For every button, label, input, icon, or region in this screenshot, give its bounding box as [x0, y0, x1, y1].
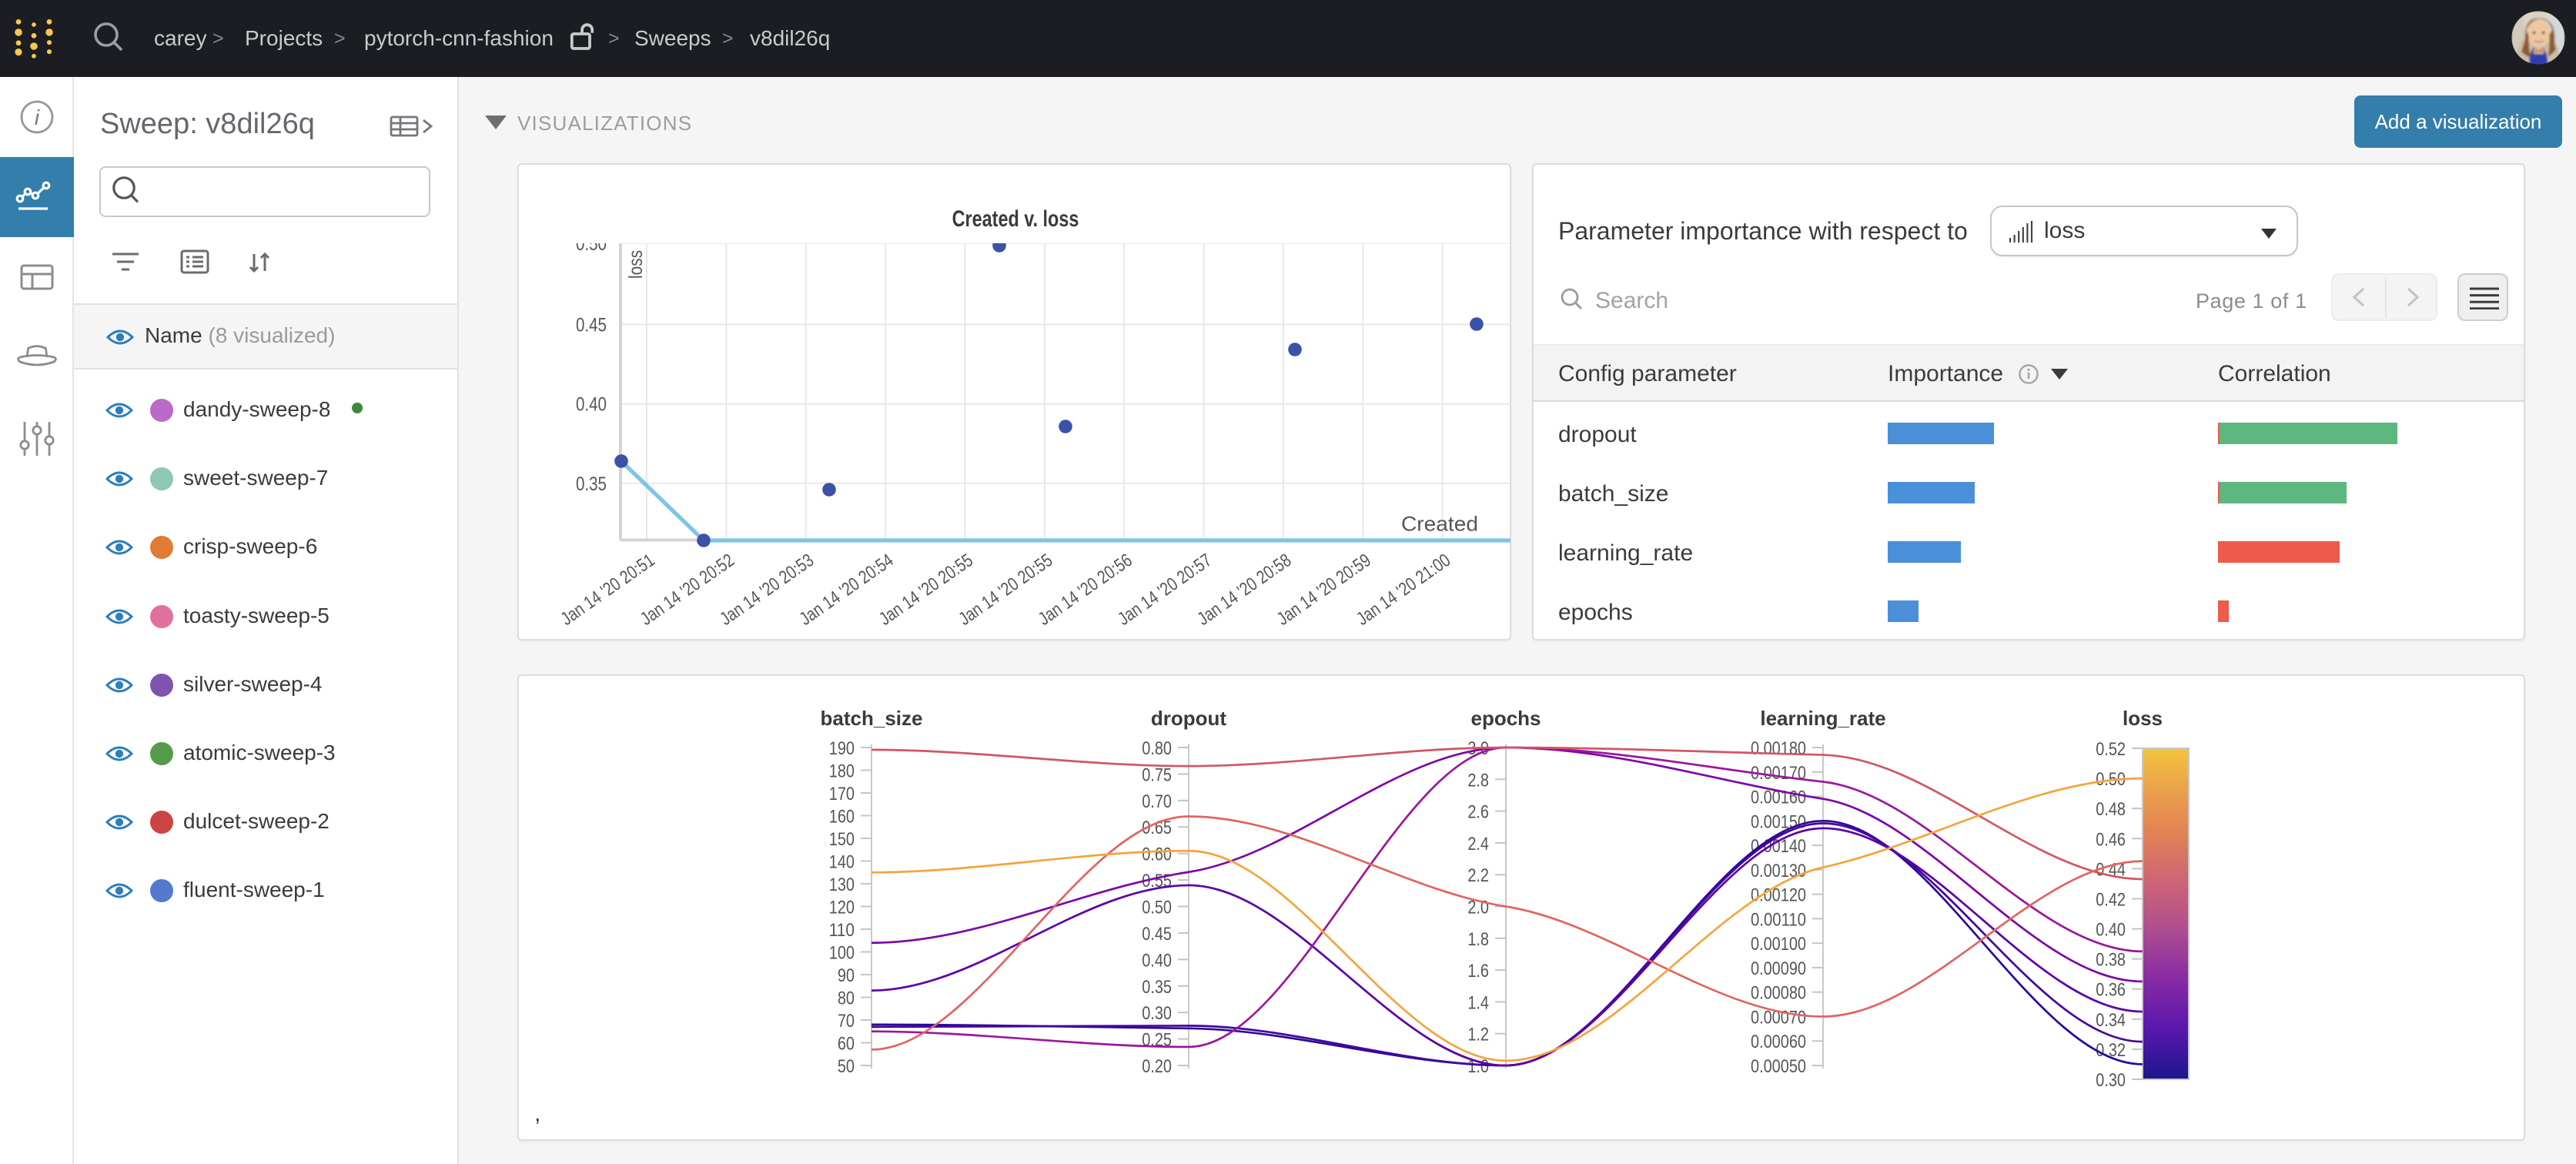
svg-text:1.8: 1.8	[1467, 929, 1489, 950]
svg-text:0.80: 0.80	[1142, 738, 1172, 759]
svg-text:2.2: 2.2	[1467, 865, 1489, 886]
svg-text:0.35: 0.35	[1142, 977, 1172, 998]
svg-text:0.00090: 0.00090	[1751, 958, 1806, 979]
svg-text:0.00080: 0.00080	[1751, 983, 1806, 1004]
svg-text:190: 190	[829, 738, 855, 759]
svg-text:50: 50	[838, 1056, 855, 1077]
svg-text:100: 100	[829, 943, 855, 964]
svg-text:170: 170	[829, 784, 855, 804]
svg-text:120: 120	[829, 898, 855, 918]
svg-text:0.35: 0.35	[576, 473, 607, 495]
svg-text:0.00060: 0.00060	[1751, 1032, 1806, 1052]
svg-text:Created: Created	[1401, 513, 1478, 536]
svg-text:0.52: 0.52	[2096, 739, 2126, 760]
svg-text:130: 130	[829, 875, 855, 895]
svg-text:0.40: 0.40	[2096, 920, 2126, 941]
svg-text:0.50: 0.50	[1142, 898, 1172, 918]
svg-text:0.00120: 0.00120	[1751, 885, 1806, 906]
svg-text:0.30: 0.30	[1142, 1003, 1172, 1024]
svg-text:loss: loss	[625, 250, 647, 279]
svg-text:dropout: dropout	[1151, 707, 1227, 730]
svg-text:80: 80	[838, 988, 855, 1009]
svg-text:90: 90	[838, 965, 855, 986]
svg-text:150: 150	[829, 829, 855, 850]
svg-text:0.00110: 0.00110	[1751, 909, 1806, 930]
svg-text:0.45: 0.45	[576, 314, 607, 336]
svg-text:0.48: 0.48	[2096, 799, 2126, 820]
svg-text:loss: loss	[2123, 707, 2163, 730]
svg-text:learning_rate: learning_rate	[1760, 707, 1885, 730]
svg-text:2.6: 2.6	[1467, 802, 1489, 823]
svg-text:epochs: epochs	[1470, 707, 1541, 730]
svg-text:140: 140	[829, 852, 855, 873]
svg-text:0.50: 0.50	[576, 243, 607, 255]
svg-text:0.00130: 0.00130	[1751, 861, 1806, 881]
svg-text:0.00150: 0.00150	[1751, 811, 1806, 832]
svg-text:180: 180	[829, 761, 855, 782]
svg-text:2.8: 2.8	[1467, 770, 1489, 791]
svg-text:i: i	[35, 105, 40, 129]
svg-text:110: 110	[829, 920, 855, 941]
svg-text:1.4: 1.4	[1467, 992, 1489, 1013]
svg-text:0.36: 0.36	[2096, 980, 2126, 1001]
svg-text:0.42: 0.42	[2096, 889, 2126, 910]
svg-text:60: 60	[838, 1034, 855, 1055]
svg-text:0.38: 0.38	[2096, 950, 2126, 971]
svg-text:0.34: 0.34	[2096, 1010, 2126, 1031]
svg-text:0.00100: 0.00100	[1751, 934, 1806, 955]
svg-text:1.2: 1.2	[1467, 1025, 1489, 1045]
svg-text:0.75: 0.75	[1142, 764, 1172, 785]
svg-text:0.30: 0.30	[2096, 1070, 2126, 1091]
svg-text:batch_size: batch_size	[821, 707, 923, 730]
svg-text:0.70: 0.70	[1142, 791, 1172, 812]
svg-text:0.20: 0.20	[1142, 1056, 1172, 1077]
svg-text:0.40: 0.40	[1142, 950, 1172, 971]
svg-text:0.45: 0.45	[1142, 924, 1172, 945]
svg-text:160: 160	[829, 807, 855, 828]
svg-text:1.6: 1.6	[1467, 961, 1489, 982]
svg-text:70: 70	[838, 1011, 855, 1032]
svg-text:0.00050: 0.00050	[1751, 1056, 1806, 1077]
svg-text:0.46: 0.46	[2096, 829, 2126, 850]
svg-text:2.4: 2.4	[1467, 834, 1489, 855]
svg-text:0.60: 0.60	[1142, 845, 1172, 865]
svg-text:0.40: 0.40	[576, 394, 607, 416]
svg-text:0.00180: 0.00180	[1751, 738, 1806, 759]
